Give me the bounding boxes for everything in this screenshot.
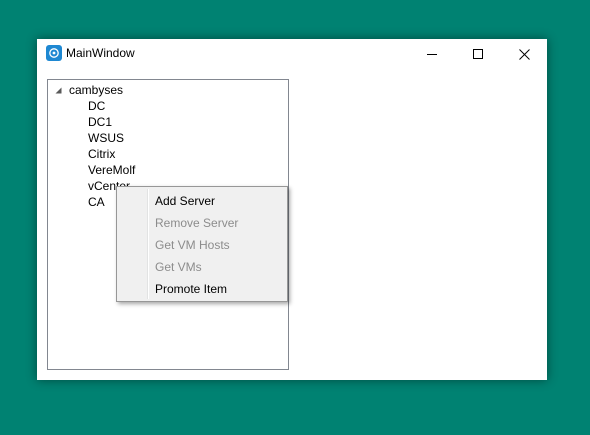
tree-item[interactable]: DC1: [88, 115, 112, 131]
minimize-icon: [427, 49, 437, 59]
main-window: MainWindow cambyses DC DC1 WSUS Citrix V…: [37, 39, 547, 380]
tree-item[interactable]: DC: [88, 99, 105, 115]
tree-item[interactable]: WSUS: [88, 131, 124, 147]
maximize-icon: [473, 49, 483, 59]
menu-item-add-server[interactable]: Add Server: [155, 190, 215, 212]
menu-icon-gutter: [147, 189, 149, 299]
tree-item[interactable]: VereMolf: [88, 163, 135, 179]
window-title: MainWindow: [66, 46, 135, 60]
menu-item-remove-server[interactable]: Remove Server: [155, 212, 238, 234]
minimize-button[interactable]: [409, 39, 455, 69]
close-button[interactable]: [501, 39, 547, 69]
tree-item-root[interactable]: cambyses: [48, 82, 288, 98]
context-menu: Add Server Remove Server Get VM Hosts Ge…: [116, 186, 288, 302]
menu-item-get-vm-hosts[interactable]: Get VM Hosts: [155, 234, 230, 256]
tree-item[interactable]: CA: [88, 195, 105, 211]
tree-item[interactable]: Citrix: [88, 147, 115, 163]
tree-item-label: cambyses: [69, 83, 124, 97]
app-logo-icon: [46, 45, 62, 61]
title-bar[interactable]: MainWindow: [37, 39, 547, 69]
close-icon: [518, 48, 530, 60]
menu-item-promote-item[interactable]: Promote Item: [155, 278, 227, 300]
maximize-button[interactable]: [455, 39, 501, 69]
menu-item-get-vms[interactable]: Get VMs: [155, 256, 202, 278]
